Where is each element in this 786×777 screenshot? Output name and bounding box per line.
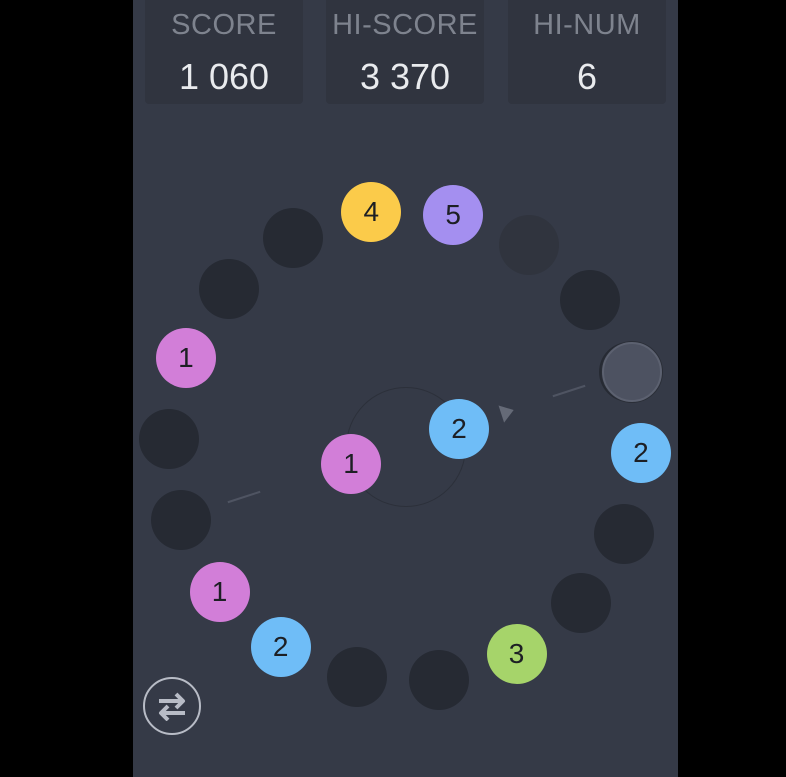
swap-button[interactable]: [143, 677, 201, 735]
ring-ball: 5: [423, 184, 484, 245]
ring-slot-empty: [550, 573, 611, 634]
score-panel: SCORE 1 060: [145, 0, 303, 104]
ring-ball: 2: [610, 423, 671, 484]
current-ball-value: 1: [343, 448, 359, 479]
ring-slot-empty: [263, 208, 324, 269]
ring-slot-empty: [408, 649, 469, 710]
swap-arrows-icon: [159, 692, 185, 721]
ring-ball-value: 2: [633, 437, 649, 469]
ring-ball: 4: [341, 182, 402, 243]
next-ball[interactable]: 2: [429, 399, 489, 459]
ring-ball: 2: [250, 616, 311, 677]
aim-line-right: [552, 384, 586, 398]
ring-ball-value: 1: [178, 342, 194, 374]
ring-ball: 1: [155, 328, 216, 389]
hiscore-panel: HI-SCORE 3 370: [326, 0, 484, 104]
score-label: SCORE: [171, 9, 277, 41]
hinum-value: 6: [576, 56, 598, 97]
aim-line-left: [227, 490, 261, 504]
ring-slot-empty: [199, 258, 260, 319]
ring-ball-value: 5: [445, 198, 461, 230]
current-ball[interactable]: 1: [321, 434, 381, 494]
aim-arrow-icon: [498, 401, 517, 423]
score-value: 1 060: [178, 56, 270, 97]
ring-ball-value: 2: [272, 630, 289, 662]
game-screen[interactable]: SCORE 1 060 HI-SCORE 3 370 HI-NUM 6 5 2 3 2…: [133, 0, 678, 777]
target-marker: [602, 342, 662, 402]
ring-slot-empty: [326, 647, 387, 708]
ring-ball-value: 4: [363, 196, 380, 228]
ring-slot-empty: [594, 503, 655, 564]
ring-ball-value: 3: [508, 637, 525, 669]
hinum-panel: HI-NUM 6: [508, 0, 666, 104]
ring-ball-value: 1: [211, 575, 228, 607]
hiscore-label: HI-SCORE: [332, 9, 478, 41]
hiscore-value: 3 370: [359, 56, 451, 97]
ring-slot-empty: [560, 270, 621, 331]
ring-ball: 3: [486, 623, 547, 684]
ring-slot-empty: [499, 215, 560, 276]
ring-ball: 1: [189, 561, 250, 622]
ring-slot-empty: [150, 489, 211, 550]
ring-slot-empty: [139, 408, 200, 469]
next-ball-value: 2: [451, 413, 467, 444]
hinum-label: HI-NUM: [533, 9, 641, 41]
